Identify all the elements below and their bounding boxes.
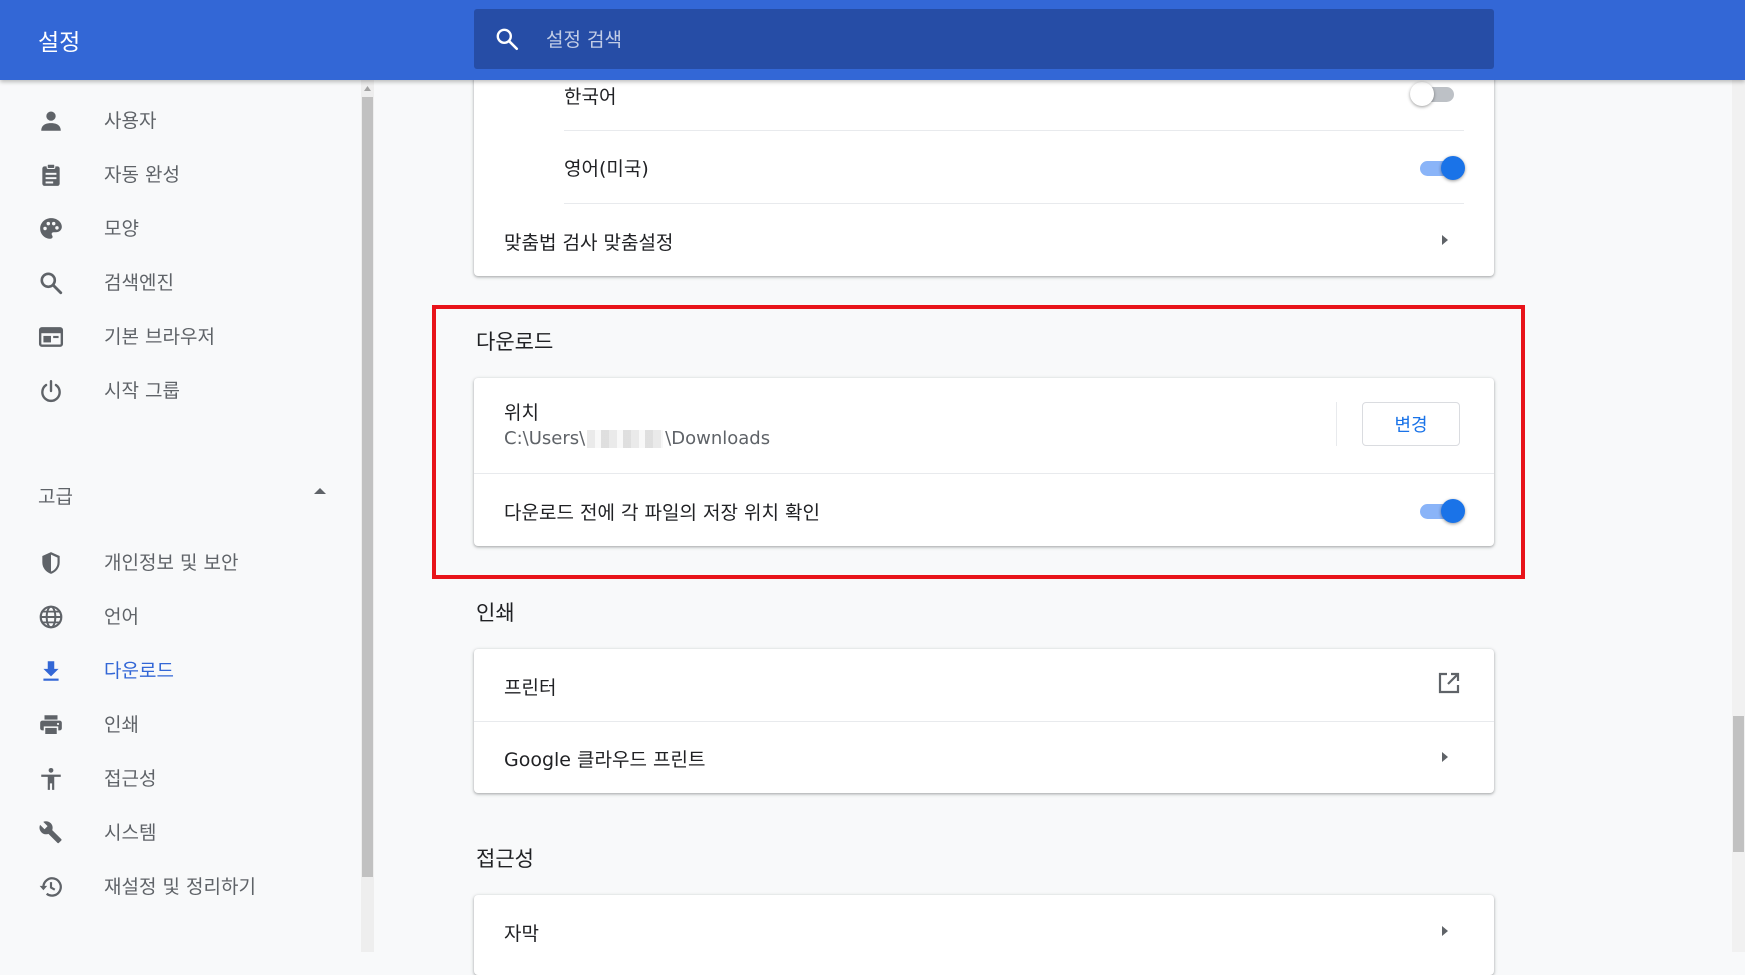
clipboard-icon — [42, 163, 60, 186]
sidebar-scrollbar-thumb[interactable] — [362, 97, 373, 877]
sidebar-item-label: 자동 완성 — [104, 164, 180, 186]
chevron-right-icon[interactable] — [1440, 750, 1450, 764]
divider — [564, 130, 1464, 131]
sidebar-item-label: 시작 그룹 — [104, 380, 180, 402]
top-bar: 설정 — [0, 0, 1745, 80]
printer-icon — [40, 715, 62, 736]
sidebar-item-label: 모양 — [104, 218, 139, 240]
accessibility-card: 자막 — [474, 895, 1494, 975]
sidebar-item-label: 재설정 및 정리하기 — [104, 876, 256, 898]
scroll-up-arrow-icon[interactable] — [363, 84, 372, 92]
printing-card: 프린터 Google 클라우드 프린트 — [474, 649, 1494, 793]
search-box[interactable] — [474, 9, 1494, 71]
sidebar-item-label: 기본 브라우저 — [104, 326, 215, 348]
sidebar-item-autofill[interactable]: 자동 완성 — [0, 150, 350, 198]
open-in-new-icon[interactable] — [1437, 671, 1461, 695]
sidebar-item-downloads[interactable]: 다운로드 — [0, 646, 350, 694]
accessibility-icon — [41, 767, 61, 790]
sidebar-item-default-browser[interactable]: 기본 브라우저 — [0, 312, 350, 360]
location-suffix: \Downloads — [665, 428, 771, 449]
captions-link[interactable]: 자막 — [504, 919, 539, 946]
sidebar-item-privacy[interactable]: 개인정보 및 보안 — [0, 538, 350, 586]
divider — [564, 203, 1464, 204]
sidebar-item-appearance[interactable]: 모양 — [0, 204, 350, 252]
sidebar-item-people[interactable]: 사용자 — [0, 96, 350, 144]
sidebar: 사용자 자동 완성 모양 검색엔진 기본 브라우저 시작 그룹 고급 개인정보 … — [0, 80, 361, 952]
customize-spellcheck-link[interactable]: 맞춤법 검사 맞춤설정 — [504, 228, 673, 255]
sidebar-item-label: 시스템 — [104, 822, 157, 844]
language-english-label: 영어(미국) — [564, 158, 649, 180]
sidebar-item-label: 다운로드 — [104, 660, 174, 682]
sidebar-item-label: 개인정보 및 보안 — [104, 552, 239, 574]
sidebar-item-label: 언어 — [104, 606, 139, 628]
chevron-right-icon[interactable] — [1440, 233, 1450, 247]
printers-link[interactable]: 프린터 — [504, 673, 556, 700]
change-location-button[interactable]: 변경 — [1362, 402, 1460, 446]
sidebar-item-reset[interactable]: 재설정 및 정리하기 — [0, 862, 350, 910]
sidebar-item-label: 인쇄 — [104, 714, 139, 736]
search-icon — [40, 272, 63, 295]
power-icon — [41, 380, 61, 403]
collapse-arrow-icon[interactable] — [313, 486, 327, 496]
globe-icon — [39, 605, 63, 629]
language-korean-label: 한국어 — [564, 86, 617, 108]
sidebar-item-on-startup[interactable]: 시작 그룹 — [0, 366, 350, 414]
sidebar-item-accessibility[interactable]: 접근성 — [0, 754, 350, 802]
shield-icon — [42, 552, 60, 574]
toggle-knob — [1441, 156, 1465, 180]
divider — [474, 721, 1494, 722]
toggle-knob — [1441, 499, 1465, 523]
download-icon — [43, 661, 59, 681]
main-scrollbar-thumb[interactable] — [1733, 716, 1744, 852]
sidebar-item-search-engine[interactable]: 검색엔진 — [0, 258, 350, 306]
ask-where-to-save-toggle[interactable] — [1416, 498, 1466, 524]
downloads-card: 위치 C:\Users\ \Downloads 변경 다운로드 전에 각 파일의 … — [474, 378, 1494, 546]
download-location-path: C:\Users\ \Downloads — [504, 428, 770, 449]
english-spellcheck-toggle[interactable] — [1416, 155, 1466, 181]
download-location-label: 위치 — [504, 402, 539, 424]
sidebar-item-languages[interactable]: 언어 — [0, 592, 350, 640]
sidebar-item-label: 사용자 — [104, 110, 157, 132]
divider — [1336, 402, 1337, 446]
wrench-icon — [39, 821, 62, 844]
search-input[interactable] — [544, 9, 1478, 71]
palette-icon — [40, 218, 62, 239]
toggle-knob — [1410, 82, 1434, 106]
search-icon — [496, 28, 519, 51]
redacted-username — [587, 430, 664, 448]
page-title: 설정 — [38, 30, 81, 56]
sidebar-item-label: 접근성 — [104, 768, 157, 790]
advanced-section-label[interactable]: 고급 — [38, 482, 73, 509]
printing-section-title: 인쇄 — [476, 601, 515, 625]
korean-spellcheck-toggle[interactable] — [1410, 81, 1460, 107]
google-cloud-print-link[interactable]: Google 클라우드 프린트 — [504, 745, 705, 772]
person-icon — [41, 111, 61, 131]
ask-where-to-save-label: 다운로드 전에 각 파일의 저장 위치 확인 — [504, 502, 820, 524]
history-icon — [39, 877, 62, 897]
downloads-section-title: 다운로드 — [476, 330, 554, 354]
sidebar-item-system[interactable]: 시스템 — [0, 808, 350, 856]
location-prefix: C:\Users\ — [504, 428, 586, 449]
accessibility-section-title: 접근성 — [476, 847, 534, 871]
chevron-right-icon[interactable] — [1440, 924, 1450, 938]
sidebar-item-label: 검색엔진 — [104, 272, 174, 294]
divider — [474, 473, 1494, 474]
sidebar-item-printing[interactable]: 인쇄 — [0, 700, 350, 748]
browser-window-icon — [38, 327, 64, 347]
